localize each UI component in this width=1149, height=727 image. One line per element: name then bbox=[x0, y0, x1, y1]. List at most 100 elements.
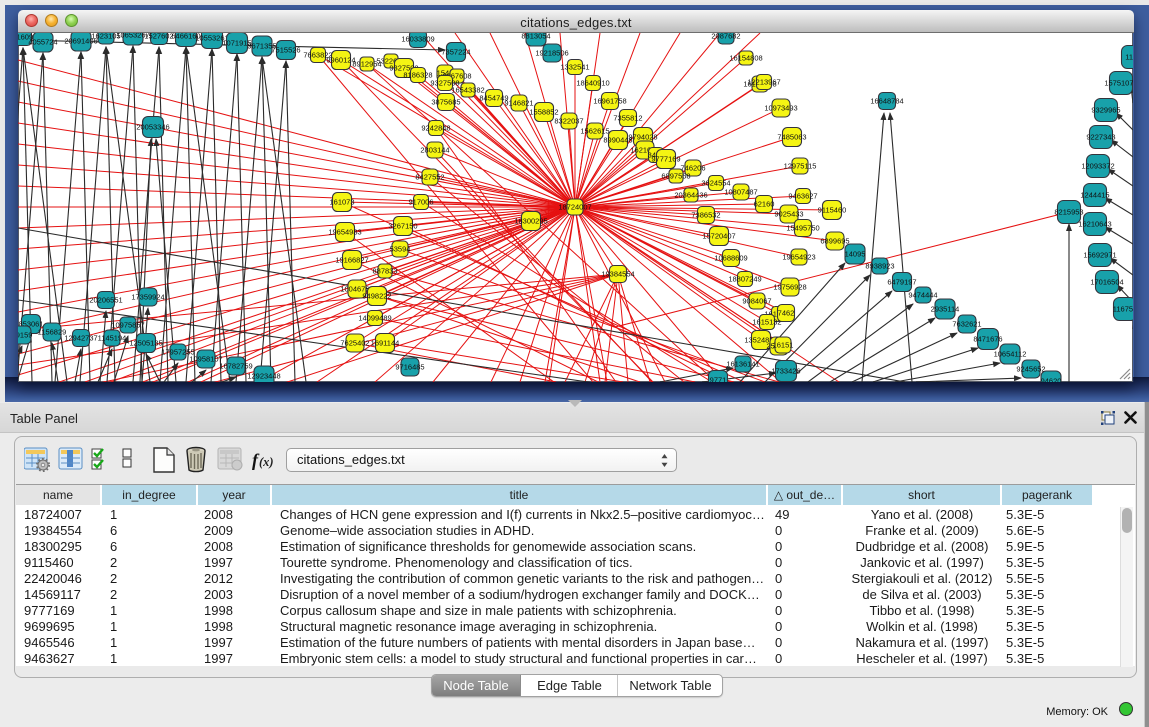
svg-text:7462: 7462 bbox=[778, 309, 795, 318]
svg-text:20206551: 20206551 bbox=[89, 296, 122, 305]
svg-text:2087682: 2087682 bbox=[711, 33, 740, 41]
svg-text:6899695: 6899695 bbox=[820, 237, 849, 246]
svg-text:19654923: 19654923 bbox=[782, 253, 815, 262]
svg-text:14095: 14095 bbox=[845, 250, 866, 259]
svg-text:1562615: 1562615 bbox=[580, 127, 609, 136]
svg-text:1558852: 1558852 bbox=[529, 108, 558, 117]
svg-text:1156829: 1156829 bbox=[38, 328, 67, 337]
svg-text:19218506: 19218506 bbox=[535, 49, 568, 58]
svg-text:9960124: 9960124 bbox=[326, 56, 355, 65]
svg-text:17016504: 17016504 bbox=[1090, 278, 1123, 287]
svg-text:16154808: 16154808 bbox=[729, 54, 762, 63]
svg-text:8471676: 8471676 bbox=[973, 335, 1002, 344]
svg-text:12213967: 12213967 bbox=[747, 78, 780, 87]
svg-text:7632621: 7632621 bbox=[952, 320, 981, 329]
svg-text:3875685: 3875685 bbox=[431, 98, 460, 107]
svg-text:19654983: 19654983 bbox=[328, 228, 361, 237]
svg-text:2935114: 2935114 bbox=[931, 305, 960, 314]
svg-text:917006: 917006 bbox=[408, 198, 433, 207]
svg-text:6897568: 6897568 bbox=[661, 172, 690, 181]
svg-text:7515526: 7515526 bbox=[271, 46, 300, 55]
svg-text:1527602: 1527602 bbox=[144, 33, 173, 41]
svg-text:9498222: 9498222 bbox=[362, 292, 391, 301]
svg-text:8186328: 8186328 bbox=[403, 71, 432, 80]
svg-text:8215953: 8215953 bbox=[1054, 208, 1083, 217]
svg-text:12923448: 12923448 bbox=[247, 372, 280, 381]
svg-text:(x): (x) bbox=[259, 455, 274, 469]
svg-text:1112: 1112 bbox=[1125, 53, 1133, 62]
svg-text:161073: 161073 bbox=[329, 198, 354, 207]
svg-text:39159: 39159 bbox=[18, 331, 32, 340]
svg-text:1733426: 1733426 bbox=[771, 367, 800, 376]
svg-text:19166827: 19166827 bbox=[335, 256, 368, 265]
svg-text:9771: 9771 bbox=[710, 376, 727, 383]
svg-text:7386532: 7386532 bbox=[691, 211, 720, 220]
svg-text:16210643: 16210643 bbox=[1078, 220, 1111, 229]
svg-text:4055724: 4055724 bbox=[28, 38, 57, 47]
svg-text:10654112: 10654112 bbox=[994, 350, 1027, 359]
svg-text:3267150: 3267150 bbox=[388, 222, 417, 231]
svg-text:10688609: 10688609 bbox=[714, 254, 747, 263]
svg-text:887833: 887833 bbox=[372, 267, 397, 276]
svg-text:10807487: 10807487 bbox=[724, 188, 757, 197]
svg-text:9777169: 9777169 bbox=[651, 155, 680, 164]
svg-text:9794028: 9794028 bbox=[628, 133, 657, 142]
svg-text:116753: 116753 bbox=[1113, 305, 1133, 314]
svg-text:17359924: 17359924 bbox=[131, 293, 164, 302]
svg-text:20053346: 20053346 bbox=[136, 123, 169, 132]
svg-text:10975857: 10975857 bbox=[111, 321, 144, 330]
svg-text:16151: 16151 bbox=[773, 341, 794, 350]
svg-text:16961758: 16961758 bbox=[593, 97, 626, 106]
svg-text:1332541: 1332541 bbox=[560, 63, 589, 72]
svg-text:18807249: 18807249 bbox=[728, 275, 761, 284]
svg-text:7357224: 7357224 bbox=[441, 48, 470, 57]
svg-text:3624554: 3624554 bbox=[701, 179, 730, 188]
svg-text:8938923: 8938923 bbox=[865, 262, 894, 271]
svg-text:16033809: 16033809 bbox=[401, 35, 434, 44]
svg-text:7625402: 7625402 bbox=[340, 339, 369, 348]
svg-text:9084067: 9084067 bbox=[742, 297, 771, 306]
svg-text:19756928: 19756928 bbox=[773, 283, 806, 292]
svg-text:15720407: 15720407 bbox=[702, 232, 735, 241]
svg-text:14099489: 14099489 bbox=[358, 314, 391, 323]
svg-text:12942737: 12942737 bbox=[64, 334, 97, 343]
svg-text:9463627: 9463627 bbox=[788, 192, 817, 201]
svg-text:20364436: 20364436 bbox=[674, 191, 707, 200]
svg-text:9146821: 9146821 bbox=[504, 99, 533, 108]
svg-text:12975115: 12975115 bbox=[784, 162, 817, 171]
svg-text:10958107: 10958107 bbox=[189, 355, 222, 364]
svg-text:9716485: 9716485 bbox=[395, 363, 424, 372]
svg-text:7355812: 7355812 bbox=[613, 114, 642, 123]
svg-text:9227343: 9227343 bbox=[1086, 133, 1115, 142]
svg-text:18300295: 18300295 bbox=[514, 217, 547, 226]
svg-text:9115460: 9115460 bbox=[818, 206, 847, 215]
svg-text:18640910: 18640910 bbox=[576, 79, 609, 88]
svg-text:2803144: 2803144 bbox=[420, 146, 449, 155]
svg-text:16136141: 16136141 bbox=[726, 360, 759, 369]
svg-text:8813054: 8813054 bbox=[521, 33, 550, 41]
svg-text:1615132: 1615132 bbox=[752, 318, 781, 327]
svg-text:9474444: 9474444 bbox=[908, 291, 937, 300]
svg-text:10973493: 10973493 bbox=[764, 104, 797, 113]
svg-text:12093372: 12093372 bbox=[1081, 162, 1114, 171]
svg-text:15751074: 15751074 bbox=[1104, 79, 1133, 88]
svg-text:18724007: 18724007 bbox=[558, 203, 591, 212]
svg-text:8322037: 8322037 bbox=[554, 117, 583, 126]
svg-text:16782759: 16782759 bbox=[219, 362, 252, 371]
svg-text:62160: 62160 bbox=[754, 200, 775, 209]
svg-text:8427552: 8427552 bbox=[415, 173, 444, 182]
svg-text:94620: 94620 bbox=[1041, 377, 1062, 383]
svg-text:12505135: 12505135 bbox=[129, 339, 162, 348]
svg-text:15495750: 15495750 bbox=[786, 224, 819, 233]
svg-text:15692971: 15692971 bbox=[1083, 251, 1116, 260]
svg-text:9245652: 9245652 bbox=[1016, 365, 1045, 374]
svg-text:9025433: 9025433 bbox=[774, 210, 803, 219]
svg-text:19384554: 19384554 bbox=[601, 270, 634, 279]
svg-text:7485063: 7485063 bbox=[777, 133, 806, 142]
svg-text:1691144: 1691144 bbox=[371, 339, 400, 348]
svg-text:9242848: 9242848 bbox=[421, 124, 450, 133]
svg-text:53594: 53594 bbox=[390, 245, 411, 254]
svg-text:1244415: 1244415 bbox=[1080, 191, 1109, 200]
svg-text:6479197: 6479197 bbox=[887, 278, 916, 287]
svg-text:1145194: 1145194 bbox=[98, 334, 127, 343]
